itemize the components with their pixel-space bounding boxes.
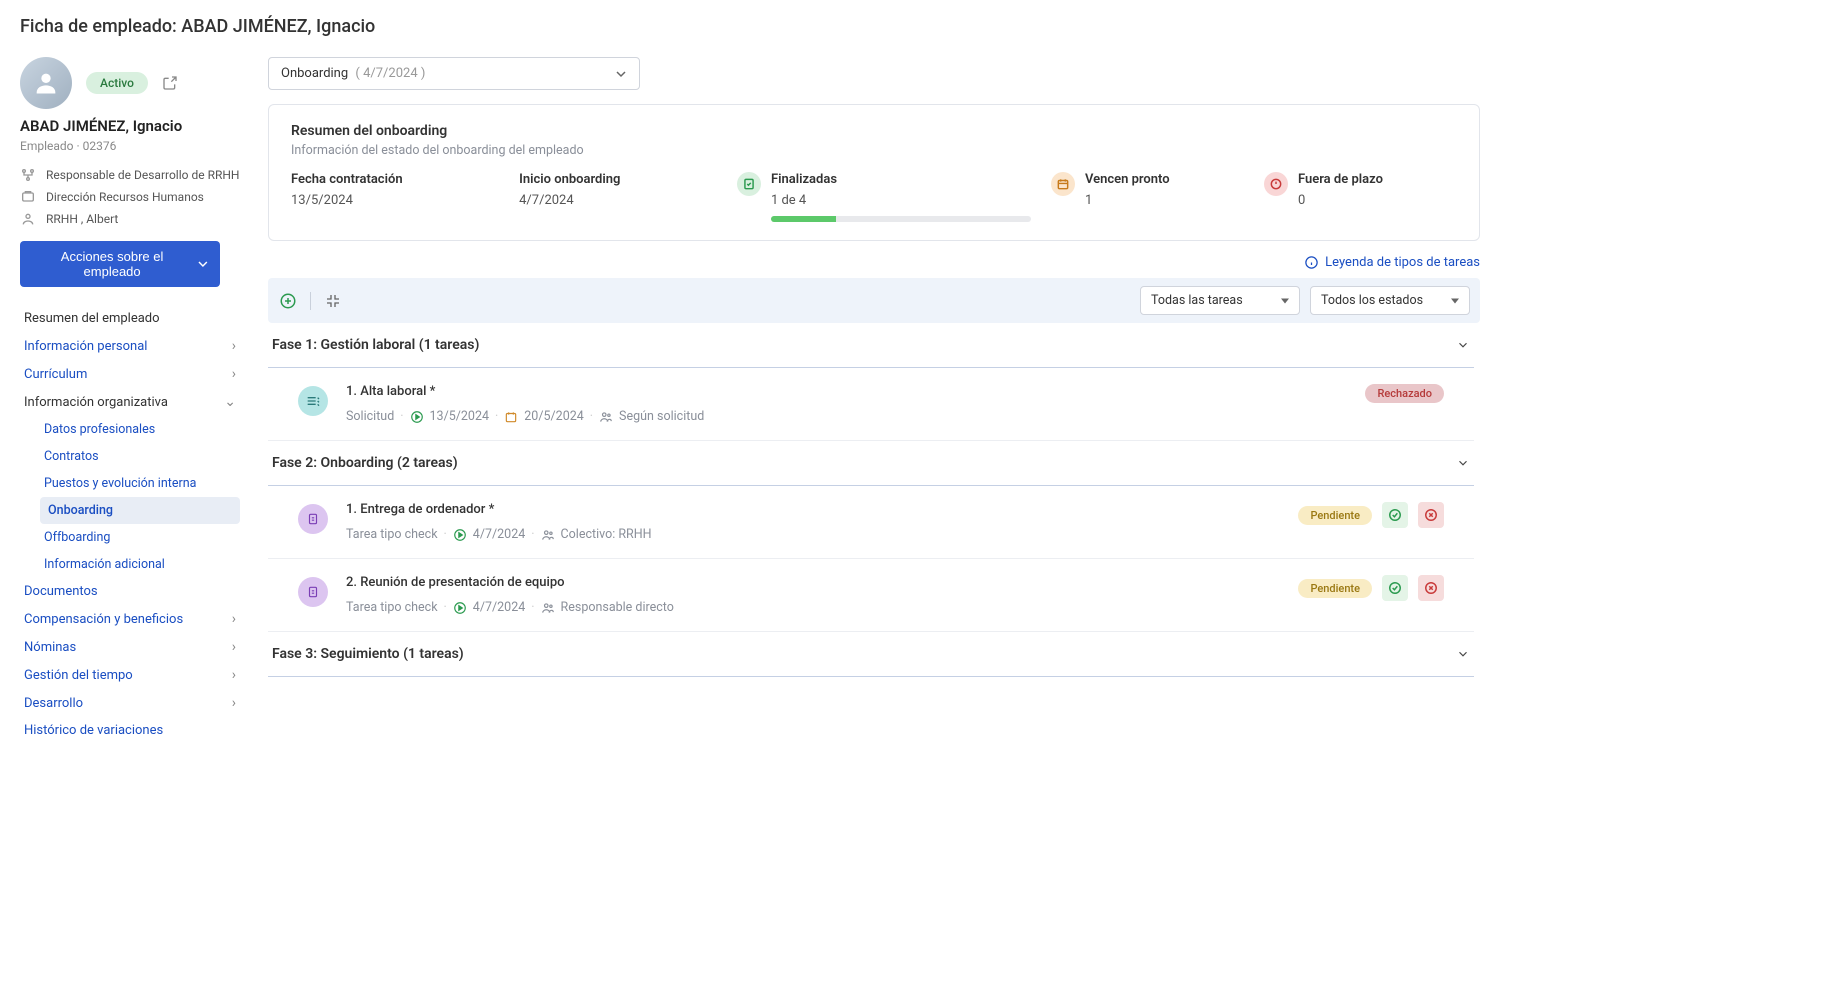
info-icon [1304, 255, 1319, 270]
phase-1-header[interactable]: Fase 1: Gestión laboral (1 tareas) [268, 323, 1474, 368]
calendar-icon [504, 410, 518, 424]
status-pill: Pendiente [1298, 579, 1372, 598]
employee-role-id: Empleado · 02376 [20, 139, 240, 153]
nav-puestos[interactable]: Puestos y evolución interna [40, 470, 240, 497]
nav-nominas[interactable]: Nóminas› [20, 633, 240, 661]
summary-subtitle: Información del estado del onboarding de… [291, 143, 1457, 158]
nav-desarrollo[interactable]: Desarrollo› [20, 689, 240, 717]
status-pill: Rechazado [1365, 384, 1444, 403]
nav-comp-ben[interactable]: Compensación y beneficios› [20, 605, 240, 633]
meta-manager: RRHH , Albert [20, 211, 240, 227]
nav-datos-prof[interactable]: Datos profesionales [40, 416, 240, 443]
avatar [20, 57, 72, 109]
legend-link[interactable]: Leyenda de tipos de tareas [268, 255, 1480, 270]
completed-label: Finalizadas [771, 172, 1031, 187]
status-pill: Pendiente [1298, 506, 1372, 525]
nav-info-personal[interactable]: Información personal› [20, 332, 240, 360]
task-row[interactable]: 2. Reunión de presentación de equipo Tar… [268, 559, 1474, 632]
due-soon-value: 1 [1085, 193, 1170, 208]
completed-value: 1 de 4 [771, 193, 1031, 208]
nav-contratos[interactable]: Contratos [40, 443, 240, 470]
overdue-value: 0 [1298, 193, 1383, 208]
chevron-right-icon: › [232, 611, 236, 627]
chevron-right-icon: › [232, 667, 236, 683]
task-title: 1. Entrega de ordenador * [346, 502, 1280, 517]
phase-3-header[interactable]: Fase 3: Seguimiento (1 tareas) [268, 632, 1474, 677]
nav-documentos[interactable]: Documentos [20, 578, 240, 605]
nav-resumen[interactable]: Resumen del empleado [20, 305, 240, 332]
play-icon [410, 410, 424, 424]
approve-button[interactable] [1382, 502, 1408, 528]
chevron-right-icon: › [232, 639, 236, 655]
meta-position: Responsable de Desarrollo de RRHH [20, 167, 240, 183]
people-icon [541, 601, 555, 615]
summary-card: Resumen del onboarding Información del e… [268, 104, 1480, 241]
nav-info-org[interactable]: Información organizativa⌄ [20, 388, 240, 416]
task-title: 1. Alta laboral * [346, 384, 1347, 399]
people-icon [599, 410, 613, 424]
due-soon-icon [1051, 172, 1075, 196]
chevron-down-icon [1456, 456, 1470, 470]
task-title: 2. Reunión de presentación de equipo [346, 575, 1280, 590]
filter-tasks[interactable]: Todas las tareas [1140, 286, 1300, 315]
main-content: Onboarding ( 4/7/2024 ) Resumen del onbo… [268, 57, 1480, 744]
start-label: Inicio onboarding [519, 172, 717, 187]
progress-bar [771, 216, 1031, 222]
status-badge: Activo [86, 72, 148, 94]
due-soon-label: Vencen pronto [1085, 172, 1170, 187]
phase-2-header[interactable]: Fase 2: Onboarding (2 tareas) [268, 441, 1474, 486]
completed-icon [737, 172, 761, 196]
people-icon [541, 528, 555, 542]
meta-department: Dirección Recursos Humanos [20, 189, 240, 205]
overdue-label: Fuera de plazo [1298, 172, 1383, 187]
play-icon [453, 601, 467, 615]
employee-name: ABAD JIMÉNEZ, Ignacio [20, 117, 240, 135]
page-title: Ficha de empleado: ABAD JIMÉNEZ, Ignacio [20, 16, 1480, 37]
sidebar: Activo ABAD JIMÉNEZ, Ignacio Empleado · … [20, 57, 240, 744]
hire-date-label: Fecha contratación [291, 172, 499, 187]
chevron-right-icon: › [232, 366, 236, 382]
chevron-down-icon [1456, 338, 1470, 352]
reject-button[interactable] [1418, 502, 1444, 528]
chevron-right-icon: › [232, 695, 236, 711]
chevron-down-icon: ⌄ [224, 394, 236, 410]
task-row[interactable]: 1. Entrega de ordenador * Tarea tipo che… [268, 486, 1474, 559]
divider [310, 292, 311, 310]
start-value: 4/7/2024 [519, 193, 717, 208]
nav-offboarding[interactable]: Offboarding [40, 524, 240, 551]
nav-curriculum[interactable]: Currículum› [20, 360, 240, 388]
chevron-right-icon: › [232, 338, 236, 354]
chevron-down-icon [198, 259, 208, 269]
task-type-icon [298, 577, 328, 607]
reject-button[interactable] [1418, 575, 1444, 601]
approve-button[interactable] [1382, 575, 1408, 601]
play-icon [453, 528, 467, 542]
actions-button[interactable]: Acciones sobre el empleado [20, 241, 220, 287]
collapse-button[interactable] [323, 291, 343, 311]
task-row[interactable]: 1. Alta laboral * Solicitud· 13/5/2024· … [268, 368, 1474, 441]
overdue-icon [1264, 172, 1288, 196]
chevron-down-icon [1456, 647, 1470, 661]
nav-onboarding[interactable]: Onboarding [40, 497, 240, 524]
hire-date-value: 13/5/2024 [291, 193, 499, 208]
add-button[interactable] [278, 291, 298, 311]
chevron-down-icon [615, 68, 627, 80]
onboarding-selector[interactable]: Onboarding ( 4/7/2024 ) [268, 57, 640, 90]
nav-info-adicional[interactable]: Información adicional [40, 551, 240, 578]
filter-states[interactable]: Todos los estados [1310, 286, 1470, 315]
task-type-icon [298, 386, 328, 416]
external-link-icon[interactable] [162, 75, 178, 91]
toolbar: Todas las tareas Todos los estados [268, 278, 1480, 323]
nav-gestion-tiempo[interactable]: Gestión del tiempo› [20, 661, 240, 689]
summary-title: Resumen del onboarding [291, 123, 1457, 139]
nav-historico[interactable]: Histórico de variaciones [20, 717, 240, 744]
task-type-icon [298, 504, 328, 534]
